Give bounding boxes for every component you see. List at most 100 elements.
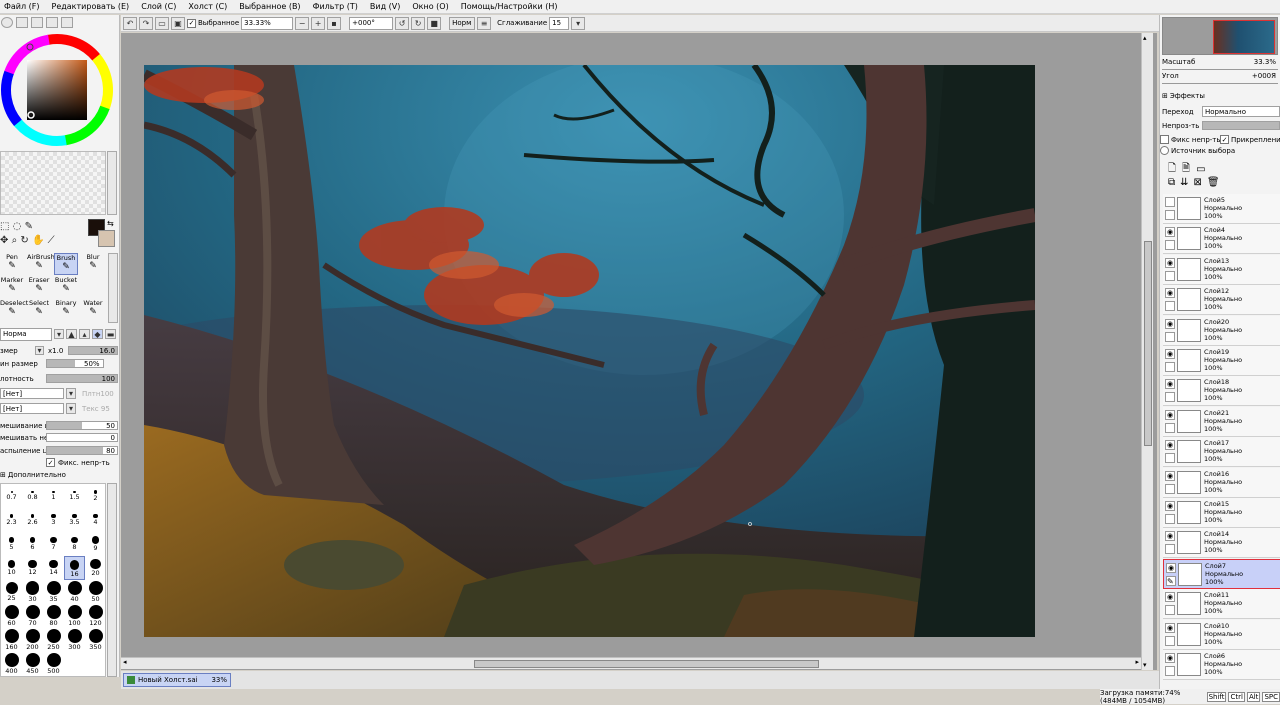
layer-opacity-slider[interactable] [1202,121,1280,130]
document-tab[interactable]: Новый Холст.sai 33% [123,673,231,687]
layer-blend-select[interactable]: Нормально [1202,106,1280,117]
protect-opacity-checkbox[interactable] [1160,135,1169,144]
layer-lock-icon[interactable] [1165,301,1175,312]
brush-size-16[interactable]: 16 [64,556,85,580]
brush-size-0_7[interactable]: 0.7 [1,484,22,508]
brush-size-30[interactable]: 30 [22,580,43,604]
visibility-eye-icon[interactable]: ◉ [1165,257,1175,268]
brush-size-12[interactable]: 12 [22,556,43,580]
brush-size-70[interactable]: 70 [22,604,43,628]
tool-deselect[interactable]: Deselect ✎ [0,299,28,321]
redo-button[interactable]: ↷ [139,16,153,30]
tool-binary[interactable]: Binary ✎ [54,299,78,321]
brush-size-35[interactable]: 35 [43,580,64,604]
visibility-eye-icon[interactable]: ◉ [1165,592,1175,603]
smoothing-field[interactable]: 15 [549,16,570,30]
visibility-eye-icon[interactable]: ◉ [1165,622,1175,633]
rotate-icon[interactable]: ↻ [20,235,28,246]
menu-item-6[interactable]: Вид (V) [370,2,400,11]
visibility-eye-icon[interactable]: ◉ [1165,318,1175,329]
brush-size-4[interactable]: 4 [85,508,106,532]
keep-opacity-checkbox[interactable]: ✓ [46,458,55,467]
visibility-eye-icon[interactable]: ◉ [1165,653,1175,663]
new-folder-icon[interactable]: ▭ [1196,164,1205,175]
rotation-field[interactable]: +000° [349,16,394,30]
layer-lock-icon[interactable] [1165,514,1175,524]
brush-size-40[interactable]: 40 [64,580,85,604]
merge-down-icon[interactable]: ⇊ [1180,177,1188,188]
protect-opacity-toggle[interactable]: Фикс непр-ть [1160,135,1221,144]
layer-row[interactable]: ◉ Слой19 Нормально 100% [1163,346,1280,376]
layer-row[interactable]: ◉ Слой20 Нормально 100% [1163,315,1280,346]
brush-size-1_5[interactable]: 1.5 [64,484,85,508]
swap-colors-icon[interactable]: ⇆ [107,219,114,228]
shape-select[interactable]: [Нет] [0,388,64,399]
layer-lock-icon[interactable]: ✎ [1166,575,1176,586]
layer-row[interactable]: ◉ Слой14 Нормально 100% [1163,528,1280,559]
tool-eraser[interactable]: Eraser ✎ [27,276,51,298]
brush-size-7[interactable]: 7 [43,532,64,556]
visibility-eye-icon[interactable]: ◉ [1165,379,1175,390]
layer-lock-icon[interactable] [1165,392,1175,403]
brush-size-450[interactable]: 450 [22,652,43,676]
layer-lock-icon[interactable] [1165,422,1175,433]
tool-airbrush[interactable]: AirBrush ✎ [27,253,55,275]
brush-size-8[interactable]: 8 [64,532,85,556]
selected-checkbox[interactable]: ✓ [187,18,196,28]
visibility-eye-icon[interactable]: ◉ [1165,531,1175,542]
tool-blur[interactable]: Blur ✎ [81,253,105,275]
undo-button[interactable]: ↶ [123,16,137,30]
angle-slider[interactable] [1162,81,1278,84]
menu-item-5[interactable]: Фильтр (T) [313,2,358,11]
swatches-icon[interactable] [46,16,58,28]
visibility-eye-icon[interactable]: ◉ [1165,409,1175,420]
selected-toggle[interactable]: ✓ Выбранное [187,18,239,28]
rotate-right-button[interactable]: ↻ [411,16,426,30]
effects-toggle[interactable]: ⊞ Эффекты [1162,92,1205,100]
visibility-eye-icon[interactable] [1165,197,1175,207]
shape-dropdown[interactable]: ▾ [66,388,76,399]
new-linework-icon[interactable]: 🗎 [1182,161,1190,178]
menu-item-7[interactable]: Окно (O) [412,2,448,11]
tool-water[interactable]: Water ✎ [81,299,105,321]
eyedropper-icon[interactable]: ⟋ [48,235,55,246]
brush-size-200[interactable]: 200 [22,628,43,652]
tip-flat-icon[interactable]: ▬ [105,329,116,339]
layer-row[interactable]: ◉ Слой18 Нормально 100% [1163,376,1280,407]
lasso-icon[interactable]: ◌ [13,221,22,232]
scroll-down-arrow[interactable]: ▾ [1143,661,1147,669]
layer-row[interactable]: ◉ Слой6 Нормально 100% [1163,650,1280,680]
brush-size-3_5[interactable]: 3.5 [64,508,85,532]
brush-blend-select[interactable]: Норма [0,327,52,341]
brush-size-3[interactable]: 3 [43,508,64,532]
brush-size-160[interactable]: 160 [1,628,22,652]
canvas-vertical-scrollbar[interactable]: ▴ ▾ [1141,33,1153,670]
visibility-eye-icon[interactable]: ◉ [1165,470,1175,481]
expand-effects-icon[interactable]: ⊞ [1162,92,1168,100]
menu-item-8[interactable]: Помощь/Настройки (H) [461,2,558,11]
layer-lock-icon[interactable] [1165,605,1175,616]
move-icon[interactable]: ✥ [0,235,8,246]
brush-size-2_3[interactable]: 2.3 [1,508,22,532]
visibility-eye-icon[interactable]: ◉ [1165,227,1175,238]
layer-row[interactable]: Слой5 Нормально 100% [1163,194,1280,224]
layer-row[interactable]: ◉ Слой21 Нормально 100% [1163,406,1280,437]
brush-size-2_6[interactable]: 2.6 [22,508,43,532]
scroll-up-arrow[interactable]: ▴ [1143,34,1147,42]
brush-size-250[interactable]: 250 [43,628,64,652]
scroll-left-arrow[interactable]: ◂ [123,658,127,666]
visibility-eye-icon[interactable]: ◉ [1165,349,1175,359]
layer-lock-icon[interactable] [1165,666,1175,676]
copy-layer-icon[interactable]: ⧉ [1168,177,1175,188]
new-layer-icon[interactable]: 🗋 [1168,161,1176,178]
brush-size-9[interactable]: 9 [85,532,106,556]
clipping-checkbox[interactable]: ✓ [1220,135,1229,144]
tool-pen[interactable]: Pen ✎ [0,253,24,275]
visibility-eye-icon[interactable]: ◉ [1165,501,1175,511]
rotate-left-button[interactable]: ↺ [395,16,410,30]
size-multiplier-dropdown[interactable]: ▾ [35,346,44,355]
navigator-preview[interactable] [1213,20,1275,54]
color-wheel-icon[interactable] [1,16,13,28]
scratchpad-icon[interactable] [61,16,73,28]
deselect-button[interactable]: ▭ [155,16,169,30]
